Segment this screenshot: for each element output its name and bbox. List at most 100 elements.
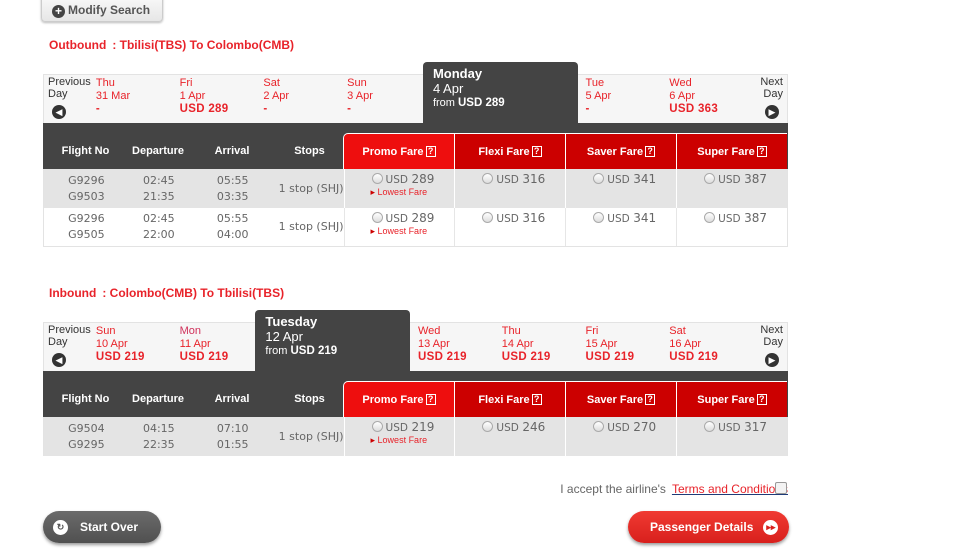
- fare-radio[interactable]: [593, 173, 605, 184]
- help-icon[interactable]: ?: [531, 394, 542, 405]
- stops: 1 stop (SHJ): [278, 220, 344, 233]
- fare-option[interactable]: USD 246: [454, 417, 565, 456]
- restart-icon: ↻: [53, 519, 68, 535]
- date: 5 Apr: [585, 90, 612, 102]
- cell-stops: 1 stop (SHJ): [277, 417, 344, 456]
- cell-dep: 02:45 22:00: [129, 208, 189, 246]
- passenger-details-button[interactable]: Passenger Details ▸▸: [628, 511, 789, 543]
- next-day-button[interactable]: Next Day ▶: [753, 75, 787, 123]
- date-tab[interactable]: Sun 10 Apr USD 219: [96, 323, 180, 371]
- fare-option[interactable]: USD 341: [565, 208, 676, 246]
- date: 11 Apr: [179, 338, 211, 350]
- fare-name: Saver Fare: [586, 145, 644, 158]
- price: USD 289: [179, 103, 229, 115]
- next-day-button[interactable]: Next Day ▶: [753, 323, 787, 371]
- fare-amount: 387: [744, 172, 767, 186]
- date: 16 Apr: [669, 338, 702, 350]
- fare-radio[interactable]: [371, 212, 383, 223]
- price: USD 219: [669, 351, 719, 363]
- date-tab[interactable]: Sat 16 Apr USD 219: [669, 323, 753, 371]
- fare-option[interactable]: USD 289Lowest Fare: [343, 169, 455, 208]
- date-tab[interactable]: Thu 14 Apr USD 219: [502, 323, 586, 371]
- fare-amount: 341: [633, 211, 657, 225]
- fare-radio[interactable]: [704, 421, 716, 432]
- route-label: : Colombo(CMB) To Tbilisi(TBS): [102, 286, 285, 300]
- fare-name: Flexi Fare: [478, 145, 530, 158]
- help-icon[interactable]: ?: [645, 146, 656, 157]
- help-icon[interactable]: ?: [756, 146, 767, 157]
- help-icon[interactable]: ?: [645, 394, 656, 405]
- fare-name: Super Fare: [697, 393, 755, 406]
- start-over-button[interactable]: ↻ Start Over: [43, 511, 161, 543]
- date-tab-selected[interactable]: Monday 4 Apr from USD 289: [422, 62, 578, 124]
- fare-radio[interactable]: [371, 421, 383, 432]
- date-tab[interactable]: Fri 15 Apr USD 219: [586, 323, 670, 371]
- help-icon[interactable]: ?: [531, 146, 542, 157]
- date-tab[interactable]: Fri 1 Apr USD 289: [180, 75, 264, 123]
- next-day-label: Next Day: [760, 76, 783, 100]
- fare-amount: 289: [411, 172, 435, 186]
- fare-header: Super Fare?: [676, 133, 787, 169]
- date-tab[interactable]: Sun 3 Apr -: [347, 75, 431, 123]
- value: 04:15: [142, 421, 175, 435]
- value: 21:35: [142, 189, 175, 203]
- fare-option[interactable]: USD 316: [454, 169, 565, 208]
- fare-radio[interactable]: [482, 212, 494, 223]
- date-tab[interactable]: Wed 13 Apr USD 219: [418, 323, 502, 371]
- fare-header: Flexi Fare?: [454, 381, 565, 417]
- price: USD 219: [179, 351, 229, 363]
- currency: USD: [385, 213, 408, 225]
- fare-header: Saver Fare?: [565, 133, 676, 169]
- currency: USD: [496, 174, 519, 186]
- help-icon[interactable]: ?: [425, 394, 436, 405]
- fare-option[interactable]: USD 270: [565, 417, 676, 456]
- fare-option[interactable]: USD 317: [676, 417, 787, 456]
- price-value: USD 289: [458, 97, 505, 109]
- help-icon[interactable]: ?: [425, 146, 436, 157]
- fare-radio[interactable]: [704, 173, 716, 184]
- fare-option[interactable]: USD 387: [676, 208, 787, 246]
- fare-radio[interactable]: [704, 212, 716, 223]
- fare-radio[interactable]: [593, 212, 605, 223]
- date-tab[interactable]: Tue 5 Apr -: [586, 75, 670, 123]
- fare-option[interactable]: USD 387: [676, 169, 787, 208]
- cell-arr: 05:55 03:35: [189, 169, 277, 208]
- fare-option[interactable]: USD 289Lowest Fare: [343, 208, 455, 246]
- accept-terms-checkbox[interactable]: [775, 482, 787, 494]
- cell-stops: 1 stop (SHJ): [277, 169, 344, 208]
- fare-amount: 316: [522, 172, 546, 186]
- chevron-right-icon: ▶: [764, 353, 779, 367]
- table-header: Flight No Departure Arrival Stops Promo Fare…: [43, 381, 788, 417]
- terms-link[interactable]: Terms and Conditions: [672, 482, 788, 496]
- date-tab[interactable]: Mon 11 Apr USD 219: [180, 323, 264, 371]
- table-header: Flight No Departure Arrival Stops Promo Fare…: [43, 133, 788, 169]
- value: 05:55: [216, 212, 249, 225]
- previous-day-button[interactable]: Previous Day ◀: [44, 323, 96, 371]
- column-arrival: Arrival: [214, 393, 250, 405]
- fare-option[interactable]: USD 316: [454, 208, 565, 246]
- previous-day-button[interactable]: Previous Day ◀: [44, 75, 96, 123]
- date-tab[interactable]: Sat 2 Apr -: [263, 75, 347, 123]
- fare-radio[interactable]: [371, 173, 383, 184]
- date-tab-selected[interactable]: Tuesday 12 Apr from USD 219: [255, 310, 410, 372]
- fare-amount: 387: [744, 211, 767, 225]
- modify-search-button[interactable]: + Modify Search: [41, 0, 163, 22]
- date-tab[interactable]: Wed 6 Apr USD 363: [669, 75, 753, 123]
- fare-radio[interactable]: [593, 421, 605, 432]
- value: 01:55: [216, 437, 249, 451]
- cell-flights: G9504 G9295: [44, 417, 129, 456]
- fare-radio[interactable]: [482, 173, 494, 184]
- date: 13 Apr: [418, 338, 450, 350]
- fare-radio[interactable]: [482, 421, 494, 432]
- day-name: Sat: [263, 77, 280, 89]
- date-tab[interactable]: Thu 31 Mar -: [96, 75, 180, 123]
- fare-option[interactable]: USD 341: [565, 169, 676, 208]
- value: 02:45: [142, 212, 175, 225]
- flight-row: G9296 G9503 02:45 21:35 05:55 03:35 1 stop (SH…: [43, 169, 788, 208]
- date: 3 Apr: [347, 90, 373, 102]
- fare-option[interactable]: USD 219Lowest Fare: [343, 417, 455, 456]
- outbound-title: Outbound: Tbilisi(TBS) To Colombo(CMB): [49, 38, 294, 52]
- help-icon[interactable]: ?: [756, 394, 767, 405]
- fare-amount: 317: [744, 420, 767, 434]
- cell-dep: 02:45 21:35: [129, 169, 189, 208]
